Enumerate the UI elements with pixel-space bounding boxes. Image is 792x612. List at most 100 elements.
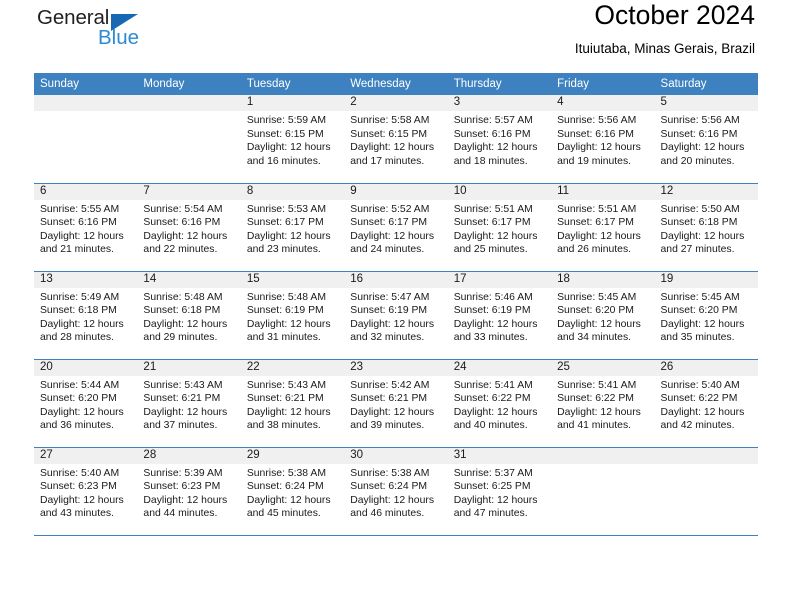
daylight-text-line2: and 20 minutes.	[660, 155, 735, 167]
calendar-day-cell[interactable]: 19 Sunrise: 5:45 AM Sunset: 6:20 PM Dayligh…	[654, 271, 758, 360]
day-details: Sunrise: 5:48 AM Sunset: 6:18 PM Daylight:…	[137, 288, 240, 345]
sunset-text: Sunset: 6:21 PM	[246, 393, 324, 405]
sunrise-text: Sunrise: 5:52 AM	[350, 203, 430, 215]
day-number: 18	[551, 271, 655, 288]
general-blue-logo[interactable]: General Blue	[37, 7, 217, 56]
sunset-text: Sunset: 6:19 PM	[246, 305, 324, 317]
sunrise-text: Sunrise: 5:54 AM	[143, 203, 223, 215]
day-details: Sunrise: 5:51 AM Sunset: 6:17 PM Daylight:…	[448, 200, 551, 257]
day-details: Sunrise: 5:52 AM Sunset: 6:17 PM Daylight:…	[344, 200, 447, 257]
day-details: Sunrise: 5:48 AM Sunset: 6:19 PM Daylight:…	[241, 288, 344, 345]
calendar-week-row: 27 Sunrise: 5:40 AM Sunset: 6:23 PM Dayligh…	[34, 447, 758, 536]
weekday-header-friday: Friday	[551, 73, 655, 95]
daylight-text-line1: Daylight: 12 hours	[453, 494, 538, 506]
calendar-day-cell[interactable]: 21 Sunrise: 5:43 AM Sunset: 6:21 PM Dayligh…	[137, 359, 241, 448]
calendar-day-cell[interactable]: 6 Sunrise: 5:55 AM Sunset: 6:16 PM Daylight…	[34, 183, 138, 272]
daylight-text-line2: and 37 minutes.	[143, 420, 218, 432]
calendar-day-cell[interactable]: 16 Sunrise: 5:47 AM Sunset: 6:19 PM Dayligh…	[344, 271, 448, 360]
calendar-day-cell[interactable]: 25 Sunrise: 5:41 AM Sunset: 6:22 PM Dayligh…	[551, 359, 655, 448]
day-number: 21	[137, 359, 241, 376]
daylight-text-line2: and 27 minutes.	[660, 244, 735, 256]
day-details: Sunrise: 5:37 AM Sunset: 6:25 PM Daylight:…	[448, 464, 551, 521]
day-number: 25	[551, 359, 655, 376]
day-number: 8	[240, 183, 345, 200]
page-header: General Blue October 2024 Ituiutaba, Min…	[34, 0, 758, 68]
calendar-day-cell[interactable]: 20 Sunrise: 5:44 AM Sunset: 6:20 PM Dayligh…	[34, 359, 138, 448]
sunset-text: Sunset: 6:15 PM	[350, 128, 428, 140]
calendar-day-cell[interactable]: 11 Sunrise: 5:51 AM Sunset: 6:17 PM Dayligh…	[551, 183, 655, 272]
day-details: Sunrise: 5:38 AM Sunset: 6:24 PM Daylight:…	[344, 464, 447, 521]
calendar-day-cell[interactable]: 26 Sunrise: 5:40 AM Sunset: 6:22 PM Dayligh…	[654, 359, 758, 448]
daylight-text-line2: and 29 minutes.	[143, 332, 218, 344]
day-details: Sunrise: 5:41 AM Sunset: 6:22 PM Daylight:…	[448, 376, 551, 433]
calendar-day-cell[interactable]: 13 Sunrise: 5:49 AM Sunset: 6:18 PM Dayligh…	[34, 271, 138, 360]
calendar-day-cell[interactable]: 17 Sunrise: 5:46 AM Sunset: 6:19 PM Dayligh…	[447, 271, 552, 360]
daylight-text-line1: Daylight: 12 hours	[660, 406, 745, 418]
sunset-text: Sunset: 6:15 PM	[246, 128, 324, 140]
calendar-day-cell[interactable]: 24 Sunrise: 5:41 AM Sunset: 6:22 PM Dayligh…	[447, 359, 552, 448]
daylight-text-line1: Daylight: 12 hours	[246, 318, 331, 330]
day-details: Sunrise: 5:43 AM Sunset: 6:21 PM Daylight:…	[137, 376, 240, 433]
calendar-day-cell[interactable]: 10 Sunrise: 5:51 AM Sunset: 6:17 PM Dayligh…	[447, 183, 552, 272]
calendar-week-row: 1 Sunrise: 5:59 AM Sunset: 6:15 PM Daylight…	[34, 95, 758, 184]
sunrise-text: Sunrise: 5:56 AM	[557, 115, 637, 126]
daylight-text-line1: Daylight: 12 hours	[246, 406, 331, 418]
calendar-cell-empty	[137, 95, 241, 184]
calendar-day-cell[interactable]: 28 Sunrise: 5:39 AM Sunset: 6:23 PM Dayligh…	[137, 447, 241, 536]
day-details: Sunrise: 5:44 AM Sunset: 6:20 PM Daylight:…	[34, 376, 137, 433]
calendar-day-cell[interactable]: 1 Sunrise: 5:59 AM Sunset: 6:15 PM Daylight…	[240, 95, 345, 184]
sunrise-text: Sunrise: 5:49 AM	[40, 291, 120, 303]
day-number: 13	[34, 271, 138, 288]
sunset-text: Sunset: 6:21 PM	[350, 393, 428, 405]
sunset-text: Sunset: 6:25 PM	[453, 481, 531, 493]
calendar-day-cell[interactable]: 30 Sunrise: 5:38 AM Sunset: 6:24 PM Dayligh…	[344, 447, 448, 536]
sunrise-text: Sunrise: 5:57 AM	[453, 115, 533, 126]
calendar-day-cell[interactable]: 15 Sunrise: 5:48 AM Sunset: 6:19 PM Dayligh…	[240, 271, 345, 360]
weekday-header-row: Sunday Monday Tuesday Wednesday Thursday Frid…	[34, 73, 758, 95]
daylight-text-line1: Daylight: 12 hours	[350, 142, 435, 154]
calendar-day-cell[interactable]: 8 Sunrise: 5:53 AM Sunset: 6:17 PM Daylight…	[240, 183, 345, 272]
daylight-text-line2: and 44 minutes.	[143, 508, 218, 520]
sunset-text: Sunset: 6:22 PM	[557, 393, 634, 405]
sunrise-text: Sunrise: 5:55 AM	[40, 203, 120, 215]
calendar-day-cell[interactable]: 23 Sunrise: 5:42 AM Sunset: 6:21 PM Dayligh…	[344, 359, 448, 448]
sunset-text: Sunset: 6:20 PM	[557, 305, 634, 317]
daylight-text-line1: Daylight: 12 hours	[40, 406, 124, 418]
calendar-day-cell[interactable]: 31 Sunrise: 5:37 AM Sunset: 6:25 PM Dayligh…	[447, 447, 552, 536]
calendar-day-cell[interactable]: 22 Sunrise: 5:43 AM Sunset: 6:21 PM Dayligh…	[240, 359, 345, 448]
daylight-text-line1: Daylight: 12 hours	[246, 230, 331, 242]
calendar-day-cell[interactable]: 14 Sunrise: 5:48 AM Sunset: 6:18 PM Dayligh…	[137, 271, 241, 360]
sunset-text: Sunset: 6:23 PM	[143, 481, 221, 493]
sunrise-text: Sunrise: 5:38 AM	[246, 467, 326, 479]
daylight-text-line2: and 23 minutes.	[246, 244, 321, 256]
daylight-text-line2: and 16 minutes.	[246, 155, 321, 167]
calendar-day-cell[interactable]: 29 Sunrise: 5:38 AM Sunset: 6:24 PM Dayligh…	[240, 447, 345, 536]
calendar-day-cell[interactable]: 12 Sunrise: 5:50 AM Sunset: 6:18 PM Dayligh…	[654, 183, 758, 272]
calendar-day-cell[interactable]: 5 Sunrise: 5:56 AM Sunset: 6:16 PM Daylight…	[654, 95, 758, 184]
day-number: 15	[240, 271, 345, 288]
sunrise-text: Sunrise: 5:42 AM	[350, 379, 430, 391]
daylight-text-line1: Daylight: 12 hours	[143, 318, 228, 330]
day-number: 17	[447, 271, 552, 288]
day-number: 1	[240, 95, 345, 111]
calendar-day-cell[interactable]: 9 Sunrise: 5:52 AM Sunset: 6:17 PM Daylight…	[344, 183, 448, 272]
day-details: Sunrise: 5:55 AM Sunset: 6:16 PM Daylight:…	[34, 200, 137, 257]
daylight-text-line1: Daylight: 12 hours	[40, 230, 124, 242]
logo-word-blue: Blue	[98, 26, 140, 49]
calendar-day-cell[interactable]: 7 Sunrise: 5:54 AM Sunset: 6:16 PM Daylight…	[137, 183, 241, 272]
day-number: 6	[34, 183, 138, 200]
sunrise-text: Sunrise: 5:41 AM	[557, 379, 637, 391]
calendar-week-row: 6 Sunrise: 5:55 AM Sunset: 6:16 PM Daylight…	[34, 183, 758, 272]
calendar-day-cell[interactable]: 18 Sunrise: 5:45 AM Sunset: 6:20 PM Dayligh…	[551, 271, 655, 360]
calendar-day-cell[interactable]: 2 Sunrise: 5:58 AM Sunset: 6:15 PM Daylight…	[344, 95, 448, 184]
day-number: 24	[447, 359, 552, 376]
calendar-day-cell[interactable]: 3 Sunrise: 5:57 AM Sunset: 6:16 PM Daylight…	[447, 95, 552, 184]
day-number: 27	[34, 447, 138, 464]
sunset-text: Sunset: 6:23 PM	[40, 481, 117, 493]
day-details: Sunrise: 5:51 AM Sunset: 6:17 PM Daylight:…	[551, 200, 654, 257]
day-details: Sunrise: 5:42 AM Sunset: 6:21 PM Daylight:…	[344, 376, 447, 433]
daylight-text-line2: and 33 minutes.	[453, 332, 528, 344]
calendar-day-cell[interactable]: 4 Sunrise: 5:56 AM Sunset: 6:16 PM Daylight…	[551, 95, 655, 184]
sunset-text: Sunset: 6:18 PM	[143, 305, 221, 317]
calendar-day-cell[interactable]: 27 Sunrise: 5:40 AM Sunset: 6:23 PM Dayligh…	[34, 447, 138, 536]
